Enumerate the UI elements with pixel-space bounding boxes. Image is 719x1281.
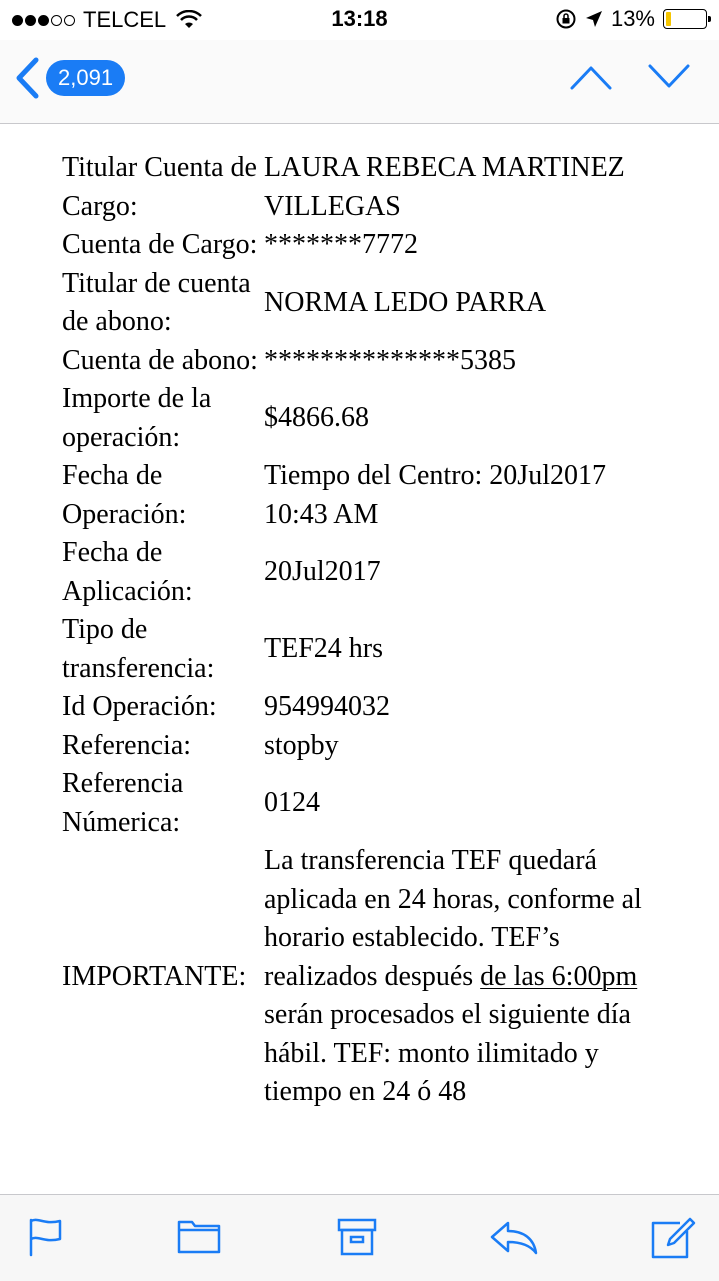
detail-row: Fecha de Operación: Tiempo del Centro: 20… [62, 457, 654, 534]
detail-label: Importe de la operación: [62, 383, 212, 453]
detail-value: TEF24 hrs [264, 633, 383, 665]
detail-row: Cuenta de Cargo: *******7772 [62, 226, 654, 265]
detail-label: Tipo de transferencia: [62, 614, 215, 684]
detail-value: 954994032 [264, 691, 390, 722]
location-arrow-icon [585, 11, 602, 27]
folder-icon[interactable] [176, 1217, 222, 1255]
important-text-after: serán procesados el siguiente día hábil.… [264, 999, 631, 1107]
detail-value: **************5385 [264, 344, 516, 376]
detail-label: Cuenta de abono: [62, 344, 258, 376]
detail-value: NORMA LEDO PARRA [264, 286, 547, 318]
chevron-left-icon [16, 57, 39, 99]
transfer-details-table: Titular Cuenta de Cargo: LAURA REBECA MAR… [62, 149, 654, 1112]
detail-row: Tipo de transferencia: TEF24 hrs [62, 611, 654, 688]
detail-value: $4866.68 [264, 402, 369, 434]
detail-value: stopby [264, 729, 339, 761]
detail-value: *******7772 [264, 229, 418, 260]
detail-label: Cuenta de Cargo: [62, 229, 258, 260]
important-label: IMPORTANTE: [62, 960, 247, 992]
detail-label: Fecha de Aplicación: [62, 537, 193, 607]
detail-label: Titular de cuenta de abono: [62, 267, 251, 338]
mail-toolbar [0, 1194, 719, 1281]
unread-count-badge: 2,091 [46, 60, 126, 96]
important-text: La transferencia TEF quedará aplicada en… [264, 842, 654, 1112]
back-to-inbox-button[interactable]: 2,091 [14, 56, 126, 100]
status-right: 13% [555, 6, 711, 32]
next-message-button[interactable] [647, 62, 691, 92]
detail-row: Importe de la operación: $4866.68 [62, 380, 654, 457]
archive-icon[interactable] [336, 1217, 378, 1257]
detail-row: Cuenta de abono: **************5385 [62, 342, 654, 381]
detail-value: Tiempo del Centro: 20Jul2017 10:43 AM [264, 460, 606, 530]
email-body: Titular Cuenta de Cargo: LAURA REBECA MAR… [0, 124, 719, 1194]
detail-value: LAURA REBECA MARTINEZ VILLEGAS [264, 152, 625, 222]
flag-icon[interactable] [26, 1217, 66, 1257]
detail-label: Id Operación: [62, 691, 217, 722]
reply-icon[interactable] [488, 1217, 540, 1257]
detail-row: Titular de cuenta de abono: NORMA LEDO PA… [62, 265, 654, 342]
mail-nav-bar: 2,091 [0, 40, 719, 124]
detail-value: 20Jul2017 [264, 556, 381, 588]
detail-row: Fecha de Aplicación: 20Jul2017 [62, 534, 654, 611]
detail-label: Referencia Númerica: [62, 768, 184, 838]
detail-row: Referencia Númerica: 0124 [62, 765, 654, 842]
battery-icon [663, 9, 711, 29]
detail-row: Referencia: stopby [62, 727, 654, 766]
battery-percent: 13% [610, 6, 655, 31]
status-bar: TELCEL 13:18 13% [0, 0, 719, 40]
compose-icon[interactable] [650, 1217, 696, 1259]
detail-value: 0124 [264, 787, 320, 819]
detail-row: Id Operación: 954994032 [62, 688, 654, 727]
rotation-lock-icon [556, 9, 576, 29]
previous-message-button[interactable] [569, 62, 613, 92]
detail-label: Titular Cuenta de Cargo: [62, 152, 257, 222]
detail-label: Referencia: [62, 729, 192, 761]
schedule-link[interactable]: de las 6:00pm [480, 961, 637, 992]
detail-label: Fecha de Operación: [62, 460, 187, 530]
important-row: IMPORTANTE: La transferencia TEF quedará… [62, 842, 654, 1112]
detail-row: Titular Cuenta de Cargo: LAURA REBECA MAR… [62, 149, 654, 226]
